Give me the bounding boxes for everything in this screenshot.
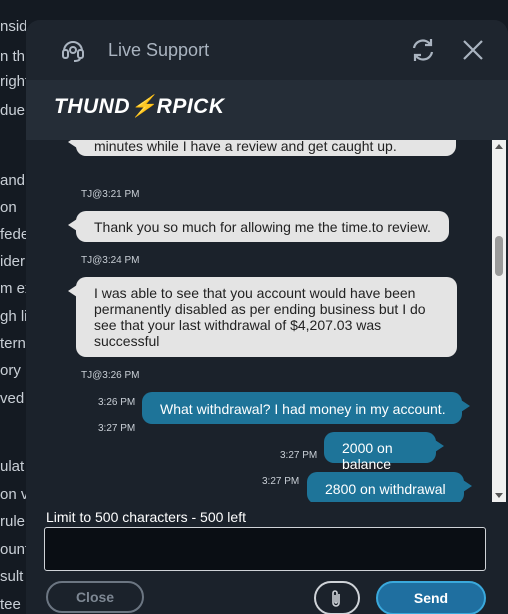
user-timestamp: 3:27 PM xyxy=(98,423,136,434)
message-input[interactable] xyxy=(44,527,486,571)
user-timestamp: 3:27 PM xyxy=(280,450,318,461)
bg-fragment: due xyxy=(0,102,26,119)
character-limit-label: Limit to 500 characters - 500 left xyxy=(46,509,246,525)
scroll-thumb[interactable] xyxy=(495,236,503,276)
user-message: 2800 on withdrawal xyxy=(307,472,472,502)
bg-fragment: ider xyxy=(0,253,26,270)
bg-fragment: tee xyxy=(0,596,21,613)
agent-timestamp: TJ@3:24 PM xyxy=(81,255,140,266)
logo-text-end: RPICK xyxy=(156,95,225,118)
send-button[interactable]: Send xyxy=(376,581,486,614)
chat-messages: minutes while I have a review and get ca… xyxy=(26,140,492,502)
bg-fragment: rule xyxy=(0,513,26,530)
agent-timestamp: TJ@3:26 PM xyxy=(81,370,140,381)
paperclip-icon xyxy=(332,590,340,607)
agent-message: I was able to see that you account would… xyxy=(68,277,457,357)
brand-logo: THUND⚡RPICK xyxy=(54,95,225,119)
bg-fragment: nsid xyxy=(0,18,26,35)
agent-timestamp: TJ@3:21 PM xyxy=(81,189,140,200)
bg-fragment: ory l xyxy=(0,362,26,379)
bg-fragment: gh li xyxy=(0,308,26,325)
user-timestamp: 3:26 PM xyxy=(98,397,136,408)
user-message: What withdrawal? I had money in my accou… xyxy=(142,392,470,424)
bg-fragment: ulat xyxy=(0,458,25,475)
widget-header: Live Support xyxy=(26,20,508,80)
headset-icon xyxy=(62,41,84,62)
bg-fragment: and xyxy=(0,172,26,189)
bg-fragment: right xyxy=(0,73,26,90)
agent-message: minutes while I have a review and get ca… xyxy=(68,140,456,156)
bg-fragment: ount xyxy=(0,541,26,558)
bg-fragment: m ex xyxy=(0,280,26,297)
bg-fragment: fede xyxy=(0,226,26,243)
close-button[interactable]: Close xyxy=(46,581,144,613)
message-text: 2800 on withdrawal xyxy=(325,481,446,497)
widget-title: Live Support xyxy=(108,40,210,60)
scroll-up-icon[interactable] xyxy=(495,144,503,149)
bg-fragment: on v xyxy=(0,486,26,503)
message-text: What withdrawal? I had money in my accou… xyxy=(160,401,446,417)
message-text: Thank you so much for allowing me the ti… xyxy=(94,219,431,235)
bg-fragment: n th xyxy=(0,48,26,65)
bg-fragment: ved xyxy=(0,390,25,407)
logo-text-start: THUND xyxy=(54,95,130,118)
refresh-icon[interactable] xyxy=(409,36,437,64)
close-icon[interactable] xyxy=(461,38,485,62)
user-message: 2000 on balance xyxy=(324,432,444,472)
scroll-down-icon[interactable] xyxy=(495,493,503,498)
user-timestamp: 3:27 PM xyxy=(262,476,300,487)
bg-fragment: sult xyxy=(0,568,24,585)
attach-button[interactable] xyxy=(314,581,360,614)
message-text: I was able to see that you account would… xyxy=(94,285,426,349)
chat-scrollbar[interactable] xyxy=(492,140,506,502)
background-page-text: nsid n th right due and on fede ider m e… xyxy=(0,0,26,614)
agent-message: Thank you so much for allowing me the ti… xyxy=(68,211,449,242)
message-text: 2000 on balance xyxy=(342,440,393,472)
live-support-widget: Live Support THUND⚡RPICK minutes while I… xyxy=(26,20,508,614)
message-text: minutes while I have a review and get ca… xyxy=(94,140,397,154)
bg-fragment: tern xyxy=(0,335,26,352)
bg-fragment: on xyxy=(0,199,17,216)
lightning-icon: ⚡ xyxy=(130,95,157,118)
